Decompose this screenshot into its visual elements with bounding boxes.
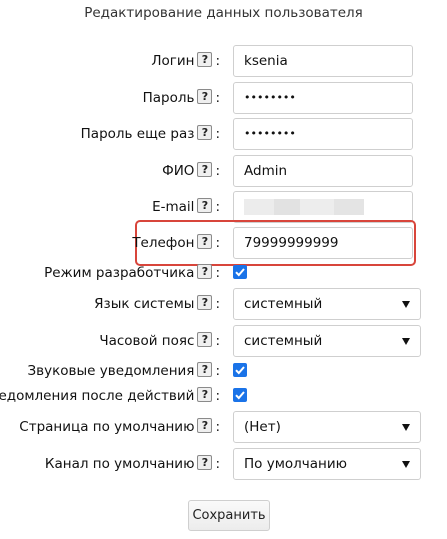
password-row: Пароль?: •••••••• — [0, 82, 447, 114]
action-notifications-checkbox[interactable] — [233, 388, 247, 402]
default-page-select[interactable]: (Нет) — [233, 411, 421, 443]
password-repeat-label: Пароль еще раз?: — [81, 118, 220, 150]
chevron-down-icon — [402, 424, 410, 431]
login-row: Логин?: ksenia — [0, 45, 447, 77]
dev-mode-checkbox[interactable] — [233, 265, 247, 279]
chevron-down-icon — [402, 338, 410, 345]
login-label: Логин?: — [151, 45, 220, 77]
system-language-row: Язык системы?: системный — [0, 288, 447, 320]
help-icon[interactable]: ? — [197, 52, 213, 67]
default-channel-select[interactable]: По умолчанию — [233, 448, 421, 480]
help-icon[interactable]: ? — [197, 264, 213, 279]
help-icon[interactable]: ? — [197, 162, 213, 177]
email-label: E-mail?: — [152, 191, 220, 223]
fio-label-text: ФИО — [162, 163, 195, 179]
action-notifications-label: Уведомления после действий?: — [0, 380, 220, 412]
blurred-email-part — [244, 199, 274, 215]
checkmark-icon — [235, 366, 245, 375]
checkmark-icon — [235, 268, 245, 277]
chevron-down-icon — [402, 301, 410, 308]
password-input[interactable]: •••••••• — [233, 82, 413, 114]
timezone-label-text: Часовой пояс — [99, 333, 195, 349]
email-row: E-mail?: — [0, 191, 447, 223]
email-label-text: E-mail — [152, 199, 195, 215]
form-title: Редактирование данных пользователя — [84, 5, 363, 21]
blurred-email-part — [274, 199, 300, 215]
help-icon[interactable]: ? — [197, 332, 213, 347]
help-icon[interactable]: ? — [197, 234, 213, 249]
blurred-email-part — [334, 199, 364, 215]
save-button[interactable]: Сохранить — [188, 500, 270, 531]
default-channel-label-text: Канал по умолчанию — [44, 456, 195, 472]
help-icon[interactable]: ? — [197, 125, 213, 140]
action-notifications-row: Уведомления после действий?: — [0, 380, 447, 412]
fio-row: ФИО?: Admin — [0, 155, 447, 187]
system-language-label-text: Язык системы — [94, 296, 195, 312]
password-label-text: Пароль — [142, 90, 195, 106]
timezone-select[interactable]: системный — [233, 325, 421, 357]
system-language-label: Язык системы?: — [94, 288, 220, 320]
help-icon[interactable]: ? — [197, 362, 213, 377]
default-channel-label: Канал по умолчанию?: — [45, 448, 220, 480]
timezone-value: системный — [244, 333, 323, 349]
help-icon[interactable]: ? — [197, 295, 213, 310]
help-icon[interactable]: ? — [197, 198, 213, 213]
default-page-row: Страница по умолчанию?: (Нет) — [0, 411, 447, 443]
phone-input[interactable]: 79999999999 — [233, 227, 413, 259]
phone-row: Телефон?: 79999999999 — [0, 227, 447, 259]
dev-mode-row: Режим разработчика?: — [0, 257, 447, 289]
email-input[interactable] — [233, 191, 413, 223]
login-label-text: Логин — [151, 53, 195, 69]
timezone-label: Часовой пояс?: — [99, 325, 220, 357]
default-channel-row: Канал по умолчанию?: По умолчанию — [0, 448, 447, 480]
help-icon[interactable]: ? — [197, 455, 213, 470]
blurred-email-part — [300, 199, 334, 215]
fio-label: ФИО?: — [162, 155, 220, 187]
timezone-row: Часовой пояс?: системный — [0, 325, 447, 357]
login-input[interactable]: ksenia — [233, 45, 413, 77]
default-page-label: Страница по умолчанию?: — [19, 411, 220, 443]
dev-mode-label-text: Режим разработчика — [44, 265, 195, 281]
phone-label-text: Телефон — [132, 235, 195, 251]
help-icon[interactable]: ? — [197, 387, 213, 402]
system-language-select[interactable]: системный — [233, 288, 421, 320]
action-notifications-label-text: Уведомления после действий — [0, 388, 195, 404]
default-page-value: (Нет) — [244, 419, 281, 435]
default-page-label-text: Страница по умолчанию — [19, 419, 195, 435]
fio-input[interactable]: Admin — [233, 155, 413, 187]
system-language-value: системный — [244, 296, 323, 312]
dev-mode-label: Режим разработчика?: — [44, 257, 220, 289]
help-icon[interactable]: ? — [197, 89, 213, 104]
sound-notifications-checkbox[interactable] — [233, 363, 247, 377]
chevron-down-icon — [402, 461, 410, 468]
password-repeat-label-text: Пароль еще раз — [80, 126, 195, 142]
password-label: Пароль?: — [143, 82, 220, 114]
checkmark-icon — [235, 391, 245, 400]
phone-label: Телефон?: — [132, 227, 220, 259]
default-channel-value: По умолчанию — [244, 456, 347, 472]
password-repeat-input[interactable]: •••••••• — [233, 118, 413, 150]
password-repeat-row: Пароль еще раз?: •••••••• — [0, 118, 447, 150]
help-icon[interactable]: ? — [197, 418, 213, 433]
